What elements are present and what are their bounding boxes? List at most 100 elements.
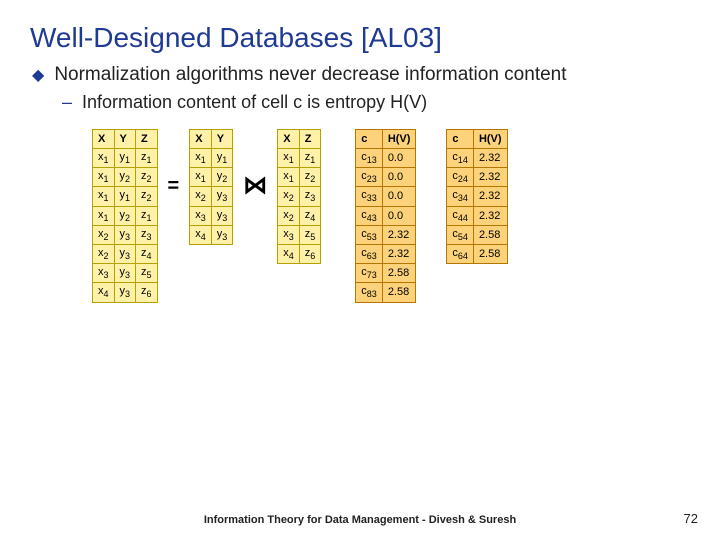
- table-cell: 2.32: [382, 244, 416, 263]
- sub-bullet: – Information content of cell c is entro…: [62, 92, 692, 113]
- diamond-bullet-icon: ◆: [32, 64, 44, 88]
- table-cell: c13: [356, 149, 383, 168]
- table-cell: 2.32: [473, 206, 507, 225]
- table-row: c632.32: [356, 244, 416, 263]
- table-cell: x1: [278, 168, 300, 187]
- table-cell: x3: [190, 206, 212, 225]
- table-row: c442.32: [447, 206, 507, 225]
- table-row: x2y3z4: [93, 244, 158, 263]
- table-cell: z3: [299, 187, 321, 206]
- table-cell: 2.32: [473, 168, 507, 187]
- table-row: x1y1z1: [93, 149, 158, 168]
- bullet-main: ◆ Normalization algorithms never decreas…: [32, 64, 692, 88]
- table-cell: x1: [93, 187, 115, 206]
- table-cell: c53: [356, 225, 383, 244]
- table-row: x3y3z5: [93, 264, 158, 283]
- slide-footer: Information Theory for Data Management -…: [0, 514, 720, 526]
- table-cell: z1: [299, 149, 321, 168]
- table-cell: c33: [356, 187, 383, 206]
- dash-icon: –: [62, 92, 72, 113]
- table-row: c832.58: [356, 283, 416, 302]
- table-header-cell: c: [447, 130, 474, 149]
- table-cell: z3: [136, 225, 158, 244]
- table-xz: XZx1z1x1z2x2z3x2z4x3z5x4z6: [277, 129, 321, 264]
- table-cell: z6: [136, 283, 158, 302]
- table-row: c130.0: [356, 149, 416, 168]
- table-cell: c64: [447, 244, 474, 263]
- table-cell: y3: [114, 225, 136, 244]
- slide-title: Well-Designed Databases [AL03]: [0, 0, 720, 64]
- table-row: c542.58: [447, 225, 507, 244]
- table-cell: c23: [356, 168, 383, 187]
- table-cell: x1: [93, 206, 115, 225]
- table-row: c230.0: [356, 168, 416, 187]
- table-cell: x3: [278, 225, 300, 244]
- table-header-cell: H(V): [382, 130, 416, 149]
- table-header-cell: Z: [299, 130, 321, 149]
- table-cell: x4: [93, 283, 115, 302]
- table-row: x1y2: [190, 168, 233, 187]
- table-cell: y1: [114, 187, 136, 206]
- table-row: x1y2z1: [93, 206, 158, 225]
- table-cell: y2: [114, 206, 136, 225]
- equals-operator: =: [166, 175, 182, 198]
- table-cell: 0.0: [382, 187, 416, 206]
- table-header-cell: Z: [136, 130, 158, 149]
- table-cell: c24: [447, 168, 474, 187]
- table-cell: y1: [114, 149, 136, 168]
- table-cell: c73: [356, 264, 383, 283]
- table-header-cell: X: [93, 130, 115, 149]
- table-row: c532.32: [356, 225, 416, 244]
- table-row: x1y2z2: [93, 168, 158, 187]
- table-cell: z5: [299, 225, 321, 244]
- table-cell: y1: [211, 149, 233, 168]
- table-row: c732.58: [356, 264, 416, 283]
- table-cell: x3: [93, 264, 115, 283]
- table-cell: x1: [93, 149, 115, 168]
- table-cell: x1: [278, 149, 300, 168]
- table-cell: y2: [114, 168, 136, 187]
- table-header-cell: c: [356, 130, 383, 149]
- table-row: c342.32: [447, 187, 507, 206]
- table-cell: z1: [136, 149, 158, 168]
- table-row: c242.32: [447, 168, 507, 187]
- content-area: ◆ Normalization algorithms never decreas…: [0, 64, 720, 303]
- table-cell: y3: [211, 206, 233, 225]
- table-cell: y3: [114, 283, 136, 302]
- table-cell: y3: [211, 225, 233, 244]
- table-cell: z5: [136, 264, 158, 283]
- table-cell: 2.58: [382, 264, 416, 283]
- tables-row: XYZx1y1z1x1y2z2x1y1z2x1y2z1x2y3z3x2y3z4x…: [92, 129, 692, 303]
- table-cell: 2.58: [473, 225, 507, 244]
- table-xy: XYx1y1x1y2x2y3x3y3x4y3: [189, 129, 233, 245]
- table-cell: c63: [356, 244, 383, 263]
- table-cell: y3: [114, 244, 136, 263]
- table-row: x4y3: [190, 225, 233, 244]
- table-cell: 2.32: [473, 149, 507, 168]
- table-xyz: XYZx1y1z1x1y2z2x1y1z2x1y2z1x2y3z3x2y3z4x…: [92, 129, 158, 303]
- bullet-text: Normalization algorithms never decrease …: [54, 64, 566, 86]
- table-header-cell: X: [278, 130, 300, 149]
- table-cell: z2: [136, 187, 158, 206]
- table-cell: 2.32: [382, 225, 416, 244]
- table-row: x3y3: [190, 206, 233, 225]
- table-cell: 2.58: [382, 283, 416, 302]
- table-row: x1y1z2: [93, 187, 158, 206]
- table-cell: x4: [278, 244, 300, 263]
- table-cell: x1: [190, 149, 212, 168]
- table-cell: c43: [356, 206, 383, 225]
- table-header-cell: X: [190, 130, 212, 149]
- table-cell: x2: [278, 187, 300, 206]
- table-cell: y2: [211, 168, 233, 187]
- table-cell: x2: [190, 187, 212, 206]
- table-cell: x4: [190, 225, 212, 244]
- table-cell: 0.0: [382, 206, 416, 225]
- table-row: x1y1: [190, 149, 233, 168]
- table-row: x2y3z3: [93, 225, 158, 244]
- join-operator-icon: ⋈: [241, 171, 269, 200]
- table-cell: c14: [447, 149, 474, 168]
- table-cell: z6: [299, 244, 321, 263]
- table-cell: x2: [278, 206, 300, 225]
- table-cell: c54: [447, 225, 474, 244]
- table-cell: x2: [93, 225, 115, 244]
